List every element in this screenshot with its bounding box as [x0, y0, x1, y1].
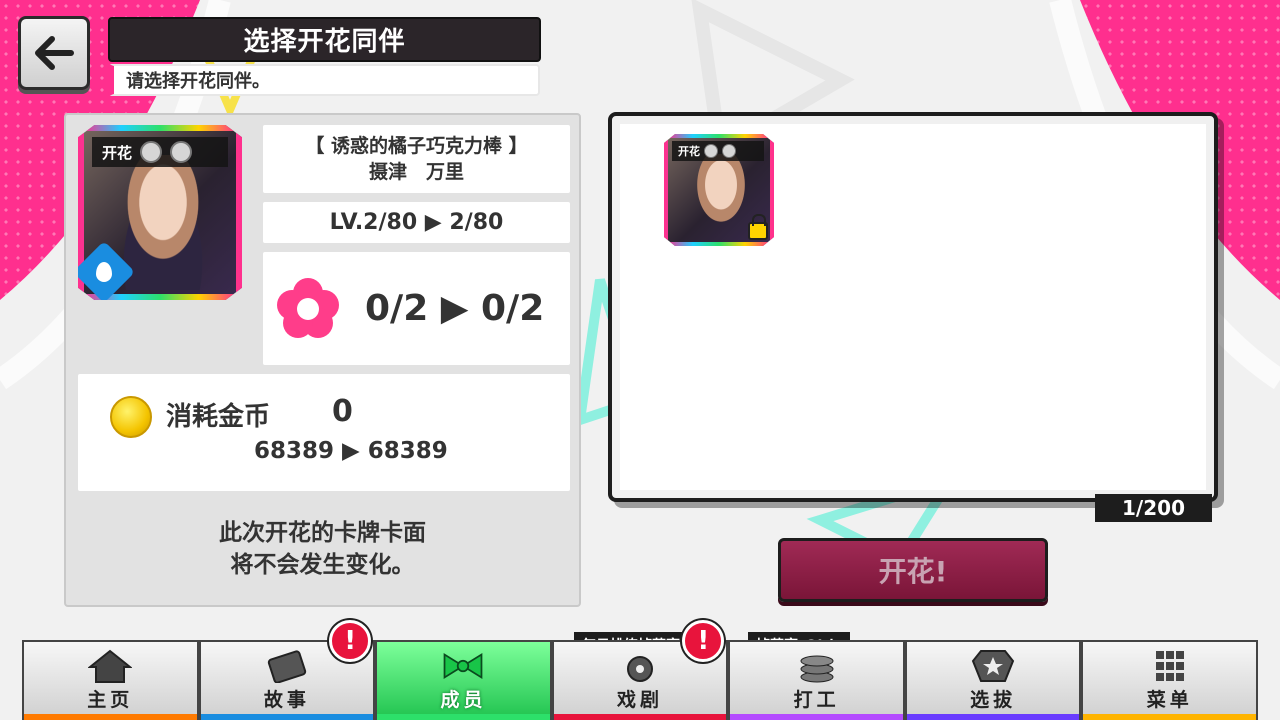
- coin-cost-box: 消耗金币 0 68389 ▶ 68389: [78, 374, 570, 491]
- grid-icon: [1148, 649, 1192, 683]
- nav-menu[interactable]: 菜单: [1081, 640, 1259, 720]
- story-alert-badge: !: [329, 620, 372, 662]
- coins-icon: [795, 649, 839, 683]
- star-icon: [140, 141, 163, 163]
- nav-part-time-label: 打工: [793, 689, 840, 711]
- card-thumbnail[interactable]: 开花: [78, 125, 242, 300]
- bow-icon: [441, 649, 485, 683]
- nav-members-label: 成员: [440, 689, 487, 711]
- card-name-box: 【 诱惑的橘子巧克力棒 】 摄津 万里: [263, 125, 570, 193]
- bloom-badge: 开花: [672, 141, 764, 161]
- coin-cost-label: 消耗金币: [166, 402, 271, 432]
- character-name: 摄津 万里: [368, 161, 464, 183]
- nav-story[interactable]: ! 故事: [198, 620, 376, 720]
- flower-icon: [277, 277, 339, 340]
- partner-card[interactable]: 开花: [664, 134, 774, 246]
- nav-home-label: 主页: [87, 689, 134, 711]
- level-value: LV.2/80 ▶ 2/80: [329, 210, 504, 235]
- bloom-note-line2: 将不会发生变化。: [230, 552, 415, 578]
- nav-story-label: 故事: [263, 689, 310, 711]
- star-badge-icon: [971, 649, 1015, 683]
- nav-part-time[interactable]: 打工: [728, 640, 905, 720]
- nav-audition[interactable]: 选拔: [904, 640, 1082, 720]
- drama-icon: [618, 649, 662, 683]
- book-icon: [265, 649, 309, 683]
- page-title: 选择开花同伴: [108, 17, 541, 62]
- nav-drama[interactable]: ! 戏剧: [551, 620, 729, 720]
- bloom-note: 此次开花的卡牌卡面 将不会发生变化。: [66, 517, 579, 581]
- arrow-left-icon: [35, 36, 74, 70]
- page-subtitle: 请选择开花同伴。: [108, 64, 540, 96]
- partner-count: 1/200: [1095, 494, 1212, 522]
- star-icon: [722, 144, 736, 158]
- coin-icon: [110, 396, 152, 438]
- home-icon: [88, 649, 133, 683]
- nav-audition-label: 选拔: [970, 689, 1017, 711]
- nav-members[interactable]: 成员: [375, 640, 552, 720]
- coin-balance: 68389 ▶ 68389: [254, 438, 448, 464]
- bloom-badge-label: 开花: [678, 145, 700, 158]
- bloom-count-box: 0/2 ▶ 0/2: [263, 252, 570, 365]
- bloom-count: 0/2 ▶ 0/2: [365, 288, 545, 329]
- card-title: 【 诱惑的橘子巧克力棒 】: [305, 135, 528, 157]
- level-box: LV.2/80 ▶ 2/80: [263, 202, 570, 243]
- bloom-note-line1: 此次开花的卡牌卡面: [219, 520, 426, 546]
- drama-alert-badge: !: [682, 620, 725, 662]
- lock-icon: [748, 214, 768, 240]
- nav-home[interactable]: 主页: [22, 640, 199, 720]
- bloom-badge-label: 开花: [102, 143, 133, 162]
- partner-list-panel[interactable]: 开花: [608, 112, 1218, 502]
- back-button[interactable]: [18, 16, 90, 90]
- bloom-badge: 开花: [92, 137, 228, 167]
- coin-cost-value: 0: [332, 394, 353, 429]
- bloom-button[interactable]: 开花!: [778, 538, 1048, 602]
- card-detail-panel: 开花 【 诱惑的橘子巧克力棒 】 摄津 万里 LV.2/80 ▶ 2/80 0/…: [64, 113, 581, 607]
- nav-menu-label: 菜单: [1146, 689, 1193, 711]
- nav-drama-label: 戏剧: [617, 689, 664, 711]
- bottom-nav: 主页 ! 故事 成员 ! 戏剧 打工 选拔 菜单: [22, 620, 1259, 720]
- star-icon: [170, 141, 193, 163]
- star-icon: [704, 144, 718, 158]
